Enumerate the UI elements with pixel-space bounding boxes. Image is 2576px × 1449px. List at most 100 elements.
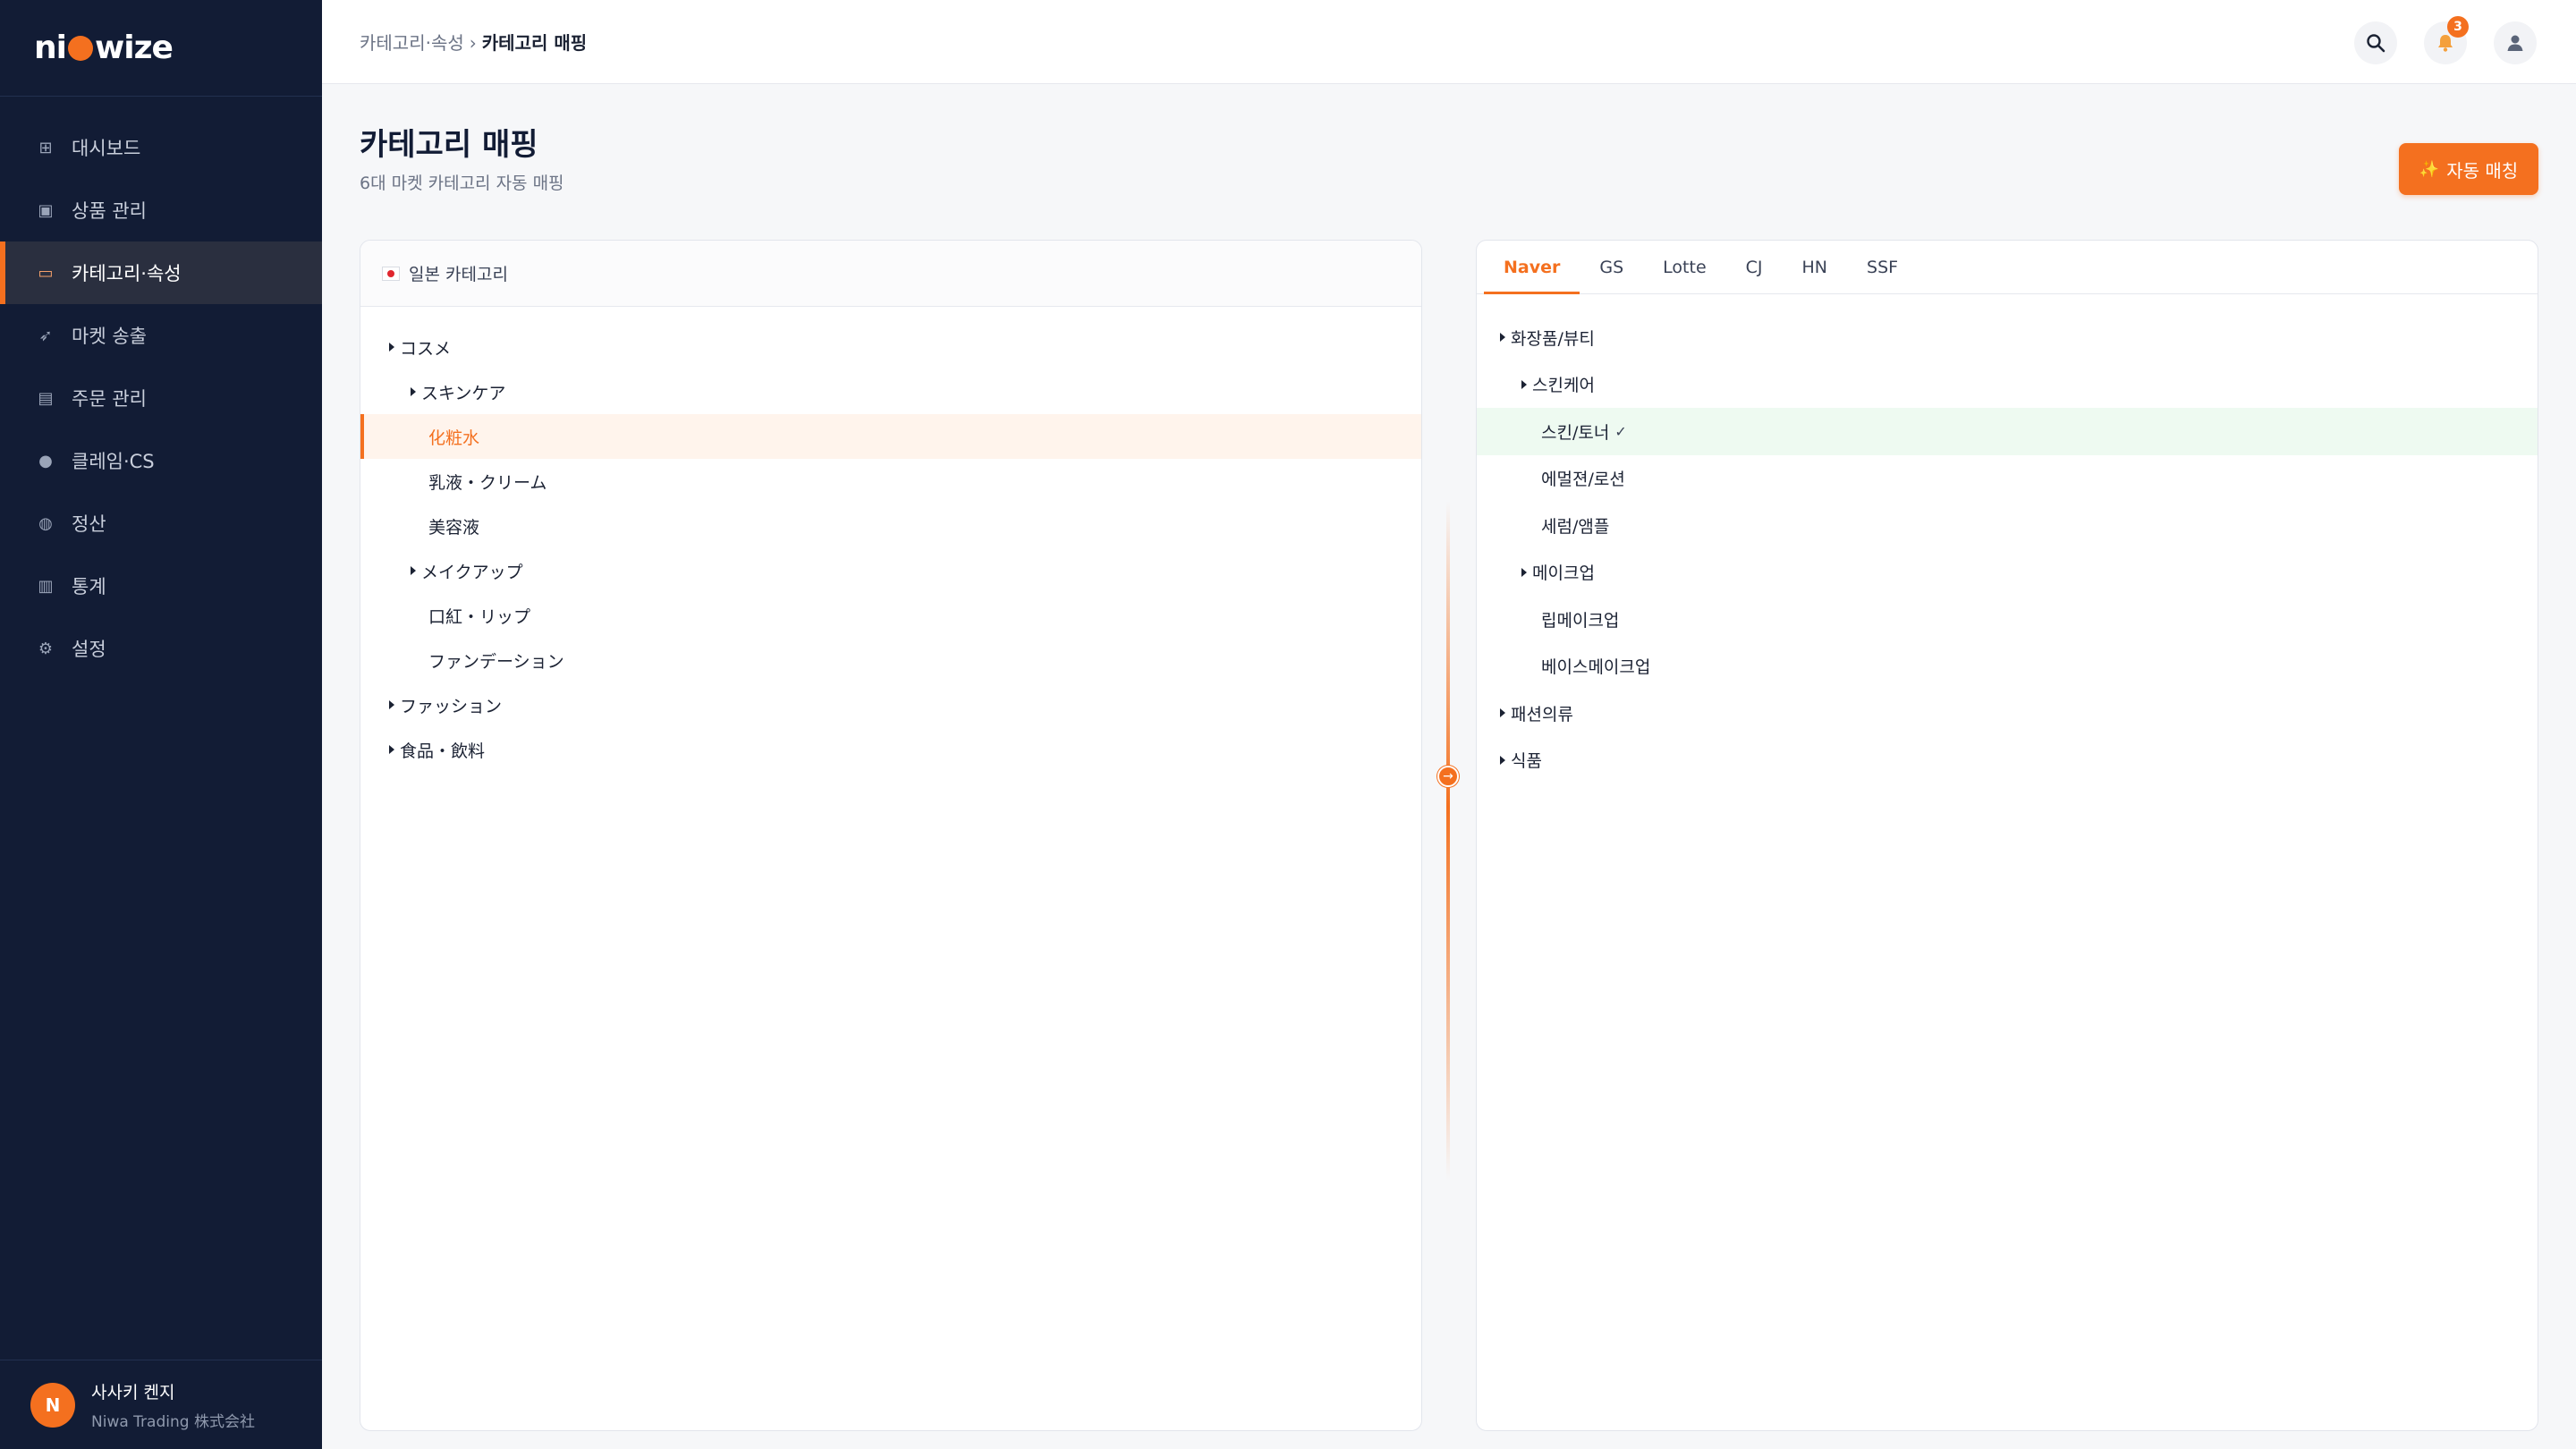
sidebar-item-label: 대시보드 <box>72 138 141 159</box>
chat-icon: ● <box>38 451 53 470</box>
caret-right-icon <box>389 745 394 754</box>
rocket-icon: ➶ <box>38 326 53 345</box>
user-icon <box>2507 35 2523 51</box>
clipboard-icon: ▤ <box>38 388 54 408</box>
sidebar-item-label: 정산 <box>72 513 106 535</box>
japan-category-panel: 일본 카테고리 コスメ スキンケア 化粧水 乳液・クリーム 美容液 メイクアップ… <box>360 240 1422 1431</box>
sidebar-item-orders[interactable]: ▤ 주문 관리 <box>0 367 322 429</box>
grid-icon: ⊞ <box>38 138 53 157</box>
market-category-panel: Naver GS Lotte CJ HN SSF 화장품/뷰티 스킨케어 스킨/… <box>1476 240 2538 1431</box>
tree-item-label: 세럼/앰플 <box>1541 516 1610 537</box>
tree-item-label: 메이크업 <box>1532 564 1595 584</box>
tree-item-lip-makeup[interactable]: 립메이크업 <box>1477 596 2538 643</box>
tree-item-label: 美容液 <box>428 517 480 538</box>
tab-cj[interactable]: CJ <box>1726 241 1783 293</box>
tree-item-label: 스킨케어 <box>1532 376 1595 396</box>
money-bag-icon: ◍ <box>38 513 53 533</box>
tree-item-emulsion-lotion[interactable]: 에멀젼/로션 <box>1477 455 2538 503</box>
tree-item-base-makeup[interactable]: 베이스메이크업 <box>1477 643 2538 691</box>
top-actions: 3 <box>2354 16 2537 64</box>
sidebar-item-settings[interactable]: ⚙ 설정 <box>0 617 322 680</box>
tree-item-fashion-clothing[interactable]: 패션의류 <box>1477 690 2538 737</box>
tree-item-serum-ampoule[interactable]: 세럼/앰플 <box>1477 502 2538 549</box>
sidebar-item-label: 통계 <box>72 576 106 597</box>
tree-item-lotion-selected[interactable]: 化粧水 <box>360 414 1421 459</box>
tree-item-label: 베이스메이크업 <box>1541 657 1651 678</box>
sidebar-item-label: 설정 <box>72 639 106 660</box>
tree-item-cosmetics-beauty[interactable]: 화장품/뷰티 <box>1477 314 2538 361</box>
notification-badge: 3 <box>2447 16 2469 38</box>
tree-item-food[interactable]: 食品・飲料 <box>360 727 1421 772</box>
sidebar-item-market[interactable]: ➶ 마켓 송출 <box>0 304 322 367</box>
tree-item-cosme[interactable]: コスメ <box>360 325 1421 369</box>
tree-item-skincare[interactable]: 스킨케어 <box>1477 361 2538 409</box>
search-icon <box>2367 34 2385 53</box>
tree-item-label: コスメ <box>400 338 452 359</box>
user-company: Niwa Trading 株式会社 <box>91 1412 255 1431</box>
logo-dot-icon <box>67 35 93 61</box>
sidebar-item-settlement[interactable]: ◍ 정산 <box>0 492 322 555</box>
check-icon: ✓ <box>1614 422 1627 440</box>
tree-item-makeup[interactable]: メイクアップ <box>360 548 1421 593</box>
tree-item-foundation[interactable]: ファンデーション <box>360 638 1421 682</box>
user-info: 사사키 켄지 Niwa Trading 株式会社 <box>91 1379 255 1431</box>
user-profile[interactable]: N 사사키 켄지 Niwa Trading 株式会社 <box>0 1360 322 1449</box>
panel-header: 일본 카테고리 <box>360 241 1421 307</box>
notifications-button[interactable]: 3 <box>2424 16 2469 64</box>
breadcrumb: 카테고리·속성 › 카테고리 매핑 <box>360 29 587 55</box>
market-tabs: Naver GS Lotte CJ HN SSF <box>1477 241 2538 294</box>
sparkle-icon: ✨ <box>2419 159 2440 179</box>
tree-item-makeup[interactable]: 메이크업 <box>1477 549 2538 597</box>
sidebar-item-label: 카테고리·속성 <box>72 263 182 284</box>
tree-item-label: 패션의류 <box>1511 704 1573 724</box>
tree-item-label: メイクアップ <box>421 562 523 582</box>
sidebar: ni wize ⊞ 대시보드 ▣ 상품 관리 ▭ 카테고리·속성 ➶ 마켓 송출 … <box>0 0 322 1449</box>
search-button[interactable] <box>2354 21 2397 64</box>
tree-item-label: 化粧水 <box>428 428 480 448</box>
logo-prefix: ni <box>34 30 67 66</box>
sidebar-item-category[interactable]: ▭ 카테고리·속성 <box>0 242 322 304</box>
caret-right-icon <box>1500 708 1505 718</box>
tab-naver[interactable]: Naver <box>1484 241 1580 294</box>
sidebar-item-label: 마켓 송출 <box>72 326 147 347</box>
caret-right-icon <box>411 387 416 396</box>
tab-hn[interactable]: HN <box>1783 241 1848 293</box>
sidebar-item-products[interactable]: ▣ 상품 관리 <box>0 179 322 242</box>
tree-item-label: 식품 <box>1511 751 1542 772</box>
profile-button[interactable] <box>2494 21 2537 64</box>
tree-item-fashion[interactable]: ファッション <box>360 682 1421 727</box>
tree-item-label: 乳液・クリーム <box>428 472 547 493</box>
bar-chart-icon: ▥ <box>38 576 54 596</box>
logo[interactable]: ni wize <box>0 0 322 97</box>
japan-category-tree: コスメ スキンケア 化粧水 乳液・クリーム 美容液 メイクアップ 口紅・リップ … <box>360 307 1421 772</box>
tree-item-skin-toner-selected[interactable]: 스킨/토너 ✓ <box>1477 408 2538 455</box>
sidebar-item-stats[interactable]: ▥ 통계 <box>0 555 322 617</box>
tab-ssf[interactable]: SSF <box>1847 241 1918 293</box>
tree-item-label: ファッション <box>400 696 503 716</box>
tag-icon: ▭ <box>38 263 54 283</box>
auto-match-label: 자동 매칭 <box>2446 159 2519 182</box>
sidebar-item-label: 상품 관리 <box>72 200 147 222</box>
caret-right-icon <box>389 700 394 709</box>
japan-flag-icon <box>382 266 400 281</box>
caret-right-icon <box>1500 755 1505 765</box>
tree-item-lipstick[interactable]: 口紅・リップ <box>360 593 1421 638</box>
tree-item-skincare[interactable]: スキンケア <box>360 369 1421 414</box>
avatar: N <box>30 1382 75 1428</box>
arrow-right-icon: → <box>1437 766 1459 787</box>
tree-item-food[interactable]: 식품 <box>1477 737 2538 784</box>
breadcrumb-parent[interactable]: 카테고리·속성 <box>360 32 464 54</box>
sidebar-item-claims[interactable]: ● 클레임·CS <box>0 429 322 492</box>
tree-item-emulsion-cream[interactable]: 乳液・クリーム <box>360 459 1421 504</box>
tree-item-serum[interactable]: 美容液 <box>360 504 1421 548</box>
tree-item-label: 食品・飲料 <box>400 741 486 761</box>
topbar: 카테고리·속성 › 카테고리 매핑 3 <box>322 0 2576 84</box>
tree-item-label: 에멀젼/로션 <box>1541 470 1625 490</box>
tab-lotte[interactable]: Lotte <box>1643 241 1725 293</box>
tab-gs[interactable]: GS <box>1580 241 1643 293</box>
logo-text: ni wize <box>34 30 174 66</box>
panel-title: 일본 카테고리 <box>409 265 508 284</box>
tree-item-label: ファンデーション <box>428 651 564 672</box>
auto-match-button[interactable]: ✨ 자동 매칭 <box>2399 143 2538 195</box>
sidebar-item-dashboard[interactable]: ⊞ 대시보드 <box>0 116 322 179</box>
